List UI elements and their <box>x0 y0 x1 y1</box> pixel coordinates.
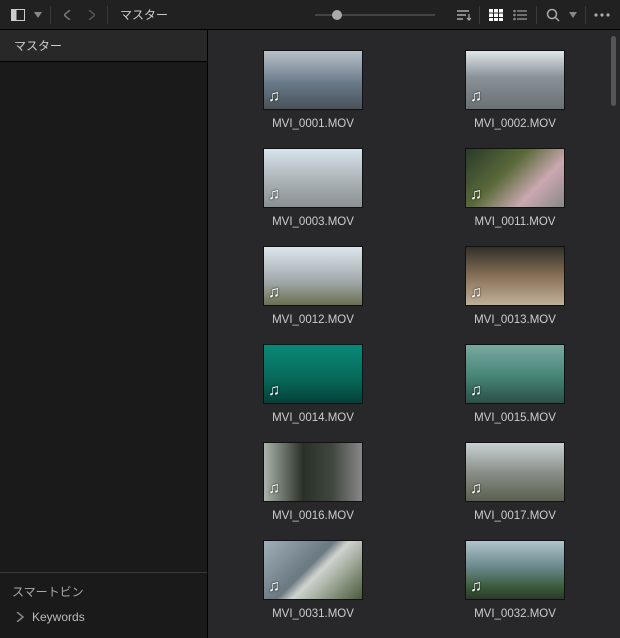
nav-forward-button[interactable] <box>79 3 103 27</box>
clip-filename: MVI_0031.MOV <box>272 608 354 620</box>
clip-item[interactable]: ♫ MVI_0011.MOV <box>450 148 580 228</box>
clip-thumbnail[interactable]: ♫ <box>465 246 565 306</box>
clip-filename: MVI_0012.MOV <box>272 314 354 326</box>
clip-item[interactable]: ♫ MVI_0001.MOV <box>248 50 378 130</box>
clip-filename: MVI_0003.MOV <box>272 216 354 228</box>
music-note-icon: ♫ <box>470 284 482 302</box>
clip-thumbnail[interactable]: ♫ <box>263 344 363 404</box>
search-dropdown-button[interactable] <box>565 3 581 27</box>
clip-thumbnail[interactable]: ♫ <box>465 442 565 502</box>
separator <box>50 6 51 24</box>
scrollbar-thumb[interactable] <box>611 36 616 106</box>
smart-bin-item[interactable]: Keywords <box>12 610 195 624</box>
thumbnail-size-slider[interactable] <box>315 14 435 16</box>
clip-filename: MVI_0011.MOV <box>475 216 556 228</box>
music-note-icon: ♫ <box>268 186 280 204</box>
search-button[interactable] <box>541 3 565 27</box>
clip-thumbnail[interactable]: ♫ <box>263 148 363 208</box>
clip-item[interactable]: ♫ MVI_0002.MOV <box>450 50 580 130</box>
music-note-icon: ♫ <box>268 382 280 400</box>
clip-thumbnail[interactable]: ♫ <box>465 344 565 404</box>
music-note-icon: ♫ <box>268 88 280 106</box>
clip-thumbnail[interactable]: ♫ <box>263 246 363 306</box>
media-pool: ♫MVI_0001.MOV♫MVI_0002.MOV♫MVI_0003.MOV♫… <box>208 30 620 638</box>
music-note-icon: ♫ <box>268 284 280 302</box>
clip-item[interactable]: ♫ MVI_0003.MOV <box>248 148 378 228</box>
music-note-icon: ♫ <box>470 480 482 498</box>
clip-filename: MVI_0002.MOV <box>474 118 556 130</box>
clip-filename: MVI_0001.MOV <box>272 118 354 130</box>
toolbar: マスター <box>0 0 620 30</box>
separator <box>585 6 586 24</box>
clip-item[interactable]: ♫ MVI_0031.MOV <box>248 540 378 620</box>
music-note-icon: ♫ <box>470 88 482 106</box>
separator <box>479 6 480 24</box>
music-note-icon: ♫ <box>470 186 482 204</box>
music-note-icon: ♫ <box>268 578 280 596</box>
more-options-button[interactable] <box>590 3 614 27</box>
breadcrumb[interactable]: マスター <box>120 6 168 23</box>
clip-thumbnail[interactable]: ♫ <box>263 540 363 600</box>
clip-filename: MVI_0015.MOV <box>474 412 556 424</box>
clip-item[interactable]: ♫ MVI_0016.MOV <box>248 442 378 522</box>
smart-bins-header: スマートビン <box>12 583 195 600</box>
nav-back-button[interactable] <box>55 3 79 27</box>
clip-item[interactable]: ♫ MVI_0012.MOV <box>248 246 378 326</box>
clip-filename: MVI_0032.MOV <box>474 608 556 620</box>
separator <box>536 6 537 24</box>
clip-item[interactable]: ♫ MVI_0015.MOV <box>450 344 580 424</box>
chevron-right-icon <box>16 612 24 622</box>
music-note-icon: ♫ <box>268 480 280 498</box>
clip-filename: MVI_0014.MOV <box>272 412 354 424</box>
clip-filename: MVI_0016.MOV <box>272 510 354 522</box>
sidebar: マスター スマートビン Keywords <box>0 30 208 638</box>
view-grid-button[interactable] <box>484 3 508 27</box>
clip-filename: MVI_0013.MOV <box>474 314 556 326</box>
view-list-button[interactable] <box>508 3 532 27</box>
sort-button[interactable] <box>451 3 475 27</box>
clip-item[interactable]: ♫ MVI_0014.MOV <box>248 344 378 424</box>
bin-tab-master[interactable]: マスター <box>0 30 207 62</box>
clip-item[interactable]: ♫ MVI_0013.MOV <box>450 246 580 326</box>
panel-dropdown-button[interactable] <box>30 3 46 27</box>
clip-thumbnail[interactable]: ♫ <box>465 50 565 110</box>
clip-item[interactable]: ♫ MVI_0017.MOV <box>450 442 580 522</box>
clip-thumbnail[interactable]: ♫ <box>465 148 565 208</box>
clip-thumbnail[interactable]: ♫ <box>263 442 363 502</box>
panel-toggle-button[interactable] <box>6 3 30 27</box>
smart-bins-section: スマートビン Keywords <box>0 572 207 638</box>
clip-thumbnail[interactable]: ♫ <box>263 50 363 110</box>
music-note-icon: ♫ <box>470 382 482 400</box>
clip-item[interactable]: ♫ MVI_0032.MOV <box>450 540 580 620</box>
clip-thumbnail[interactable]: ♫ <box>465 540 565 600</box>
clip-filename: MVI_0017.MOV <box>474 510 556 522</box>
main: マスター スマートビン Keywords ♫ MVI_0001.MOV ♫ MVI_0… <box>0 30 620 638</box>
separator <box>107 6 108 24</box>
smart-bin-label: Keywords <box>32 610 85 624</box>
music-note-icon: ♫ <box>470 578 482 596</box>
